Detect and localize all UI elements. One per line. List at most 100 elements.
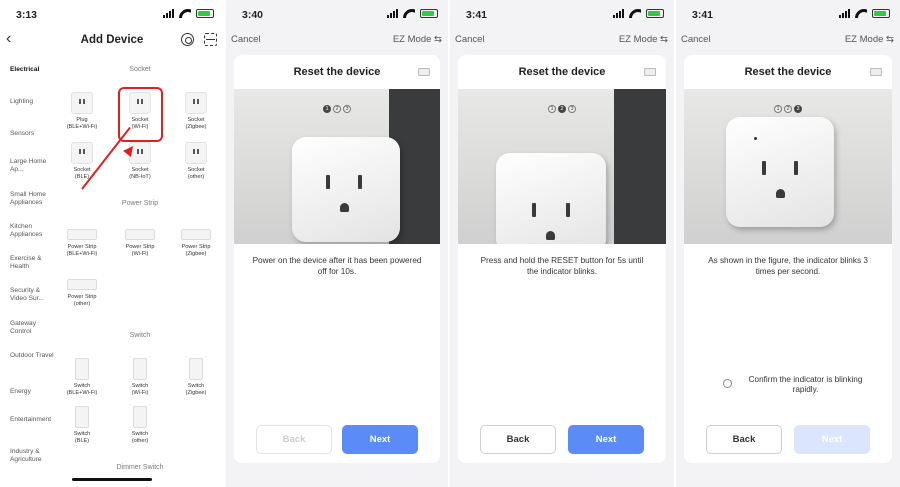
reset-step-3-screen: 3:41 Cancel EZ Mode ⇆ Reset the device 1… [676,0,900,487]
category-item[interactable]: Kitchen Appliances [10,223,58,239]
switch-icon [75,406,89,428]
indicator-led [754,137,757,140]
back-button[interactable]: Back [480,425,556,454]
category-item[interactable]: Industry & Agriculture [10,448,58,464]
device-power-strip-other[interactable]: Power Strip (other) [56,274,108,308]
card-title: Reset the device [744,66,832,78]
device-power-strip-zigbee[interactable]: Power Strip (Zigbee) [170,224,222,258]
smart-plug-image [292,137,400,242]
category-item[interactable]: Large Home Ap... [10,158,58,174]
scan-nearby-icon[interactable] [181,33,194,46]
nav-bar: ‹ Add Device [0,30,224,54]
step-card: Reset the device 123 Press and hold the … [458,55,666,463]
qr-scan-icon[interactable] [204,33,217,46]
category-item[interactable]: Entertainment [10,416,58,424]
socket-icon [185,92,207,114]
ez-mode-switch[interactable]: EZ Mode ⇆ [619,34,668,45]
signal-icon [839,9,850,18]
battery-icon [872,9,890,18]
status-time: 3:41 [692,9,714,21]
device-switch-ble-wifi[interactable]: Switch (BLE+Wi-Fi) [56,358,108,397]
card-title: Reset the device [293,66,381,78]
status-time: 3:40 [242,9,264,21]
device-photo: 123 [458,89,666,244]
signal-icon [163,9,174,18]
radio-icon[interactable] [723,379,732,388]
status-bar: 3:41 [676,6,900,24]
category-item[interactable]: Electrical [10,66,58,74]
ez-mode-switch[interactable]: EZ Mode ⇆ [845,34,894,45]
device-switch-other[interactable]: Switch (other) [114,406,166,445]
category-item[interactable]: Lighting [10,98,58,106]
switch-icon [75,358,89,380]
category-sidebar: Electrical Lighting Sensors Large Home A… [0,58,56,487]
next-button[interactable]: Next [794,425,870,454]
step-description: As shown in the figure, the indicator bl… [708,256,868,276]
category-item[interactable]: Energy [10,388,58,396]
device-socket-other[interactable]: Socket (other) [170,142,222,181]
wifi-icon [179,9,191,18]
section-power-strip: Power Strip [121,200,159,207]
device-socket-zigbee[interactable]: Socket (Zigbee) [170,92,222,131]
device-power-strip-ble-wifi[interactable]: Power Strip (BLE+Wi-Fi) [56,224,108,258]
video-icon[interactable] [644,68,656,76]
device-plug-ble-wifi[interactable]: Plug (BLE+Wi-Fi) [56,92,108,131]
section-dimmer: Dimmer Switch [116,464,164,471]
step-card: Reset the device 123 As shown in the fig… [684,55,892,463]
device-photo: 123 [684,89,892,244]
category-item[interactable]: Exercise & Health [10,255,58,271]
cancel-button[interactable]: Cancel [455,34,485,45]
device-grid: Socket Plug (BLE+Wi-Fi) Socket (Wi-Fi) S… [56,58,224,487]
device-switch-zigbee[interactable]: Switch (Zigbee) [170,358,222,397]
switch-icon [133,358,147,380]
device-socket-nbiot[interactable]: Socket (NB-IoT) [114,142,166,181]
step-indicator: 123 [234,97,440,115]
video-icon[interactable] [418,68,430,76]
switch-icon [133,406,147,428]
step-indicator: 123 [458,97,666,115]
reset-step-1-screen: 3:40 Cancel EZ Mode ⇆ Reset the device 1… [226,0,448,487]
smart-plug-image [496,153,606,244]
home-indicator [72,478,152,481]
signal-icon [613,9,624,18]
ez-mode-switch[interactable]: EZ Mode ⇆ [393,34,442,45]
socket-icon [185,142,207,164]
reset-step-2-screen: 3:41 Cancel EZ Mode ⇆ Reset the device 1… [450,0,674,487]
back-button[interactable]: Back [706,425,782,454]
power-strip-icon [67,279,97,290]
step-indicator: 123 [684,97,892,115]
device-socket-ble[interactable]: Socket (BLE) [56,142,108,181]
cancel-button[interactable]: Cancel [681,34,711,45]
socket-icon [71,92,93,114]
smart-plug-image [726,117,834,227]
add-device-screen: 3:13 ‹ Add Device Electrical Lighting Se… [0,0,224,487]
category-item[interactable]: Security & Video Sur... [10,287,58,303]
category-item[interactable]: Small Home Appliances [10,191,58,207]
category-item[interactable]: Outdoor Travel [10,352,58,360]
next-button[interactable]: Next [342,425,418,454]
switch-icon [189,358,203,380]
power-strip-icon [67,229,97,240]
category-item[interactable]: Gateway Control [10,320,58,336]
power-strip-icon [181,229,211,240]
confirm-label: Confirm the indicator is blinking rapidl… [748,375,863,394]
battery-icon [646,9,664,18]
next-button[interactable]: Next [568,425,644,454]
status-bar: 3:41 [450,6,674,24]
back-button[interactable]: Back [256,425,332,454]
step-description: Press and hold the RESET button for 5s u… [480,256,644,276]
socket-icon [71,142,93,164]
confirm-checkbox[interactable]: Confirm the indicator is blinking rapidl… [723,375,872,395]
status-bar: 3:40 [226,6,448,24]
device-photo: 123 [234,89,440,244]
card-title: Reset the device [518,66,606,78]
cancel-button[interactable]: Cancel [231,34,261,45]
power-strip-icon [125,229,155,240]
status-time: 3:13 [16,9,38,21]
section-switch: Switch [129,332,151,339]
device-switch-ble[interactable]: Switch (BLE) [56,406,108,445]
device-switch-wifi[interactable]: Switch (Wi-Fi) [114,358,166,397]
video-icon[interactable] [870,68,882,76]
device-power-strip-wifi[interactable]: Power Strip (Wi-Fi) [114,224,166,258]
category-item[interactable]: Sensors [10,130,58,138]
